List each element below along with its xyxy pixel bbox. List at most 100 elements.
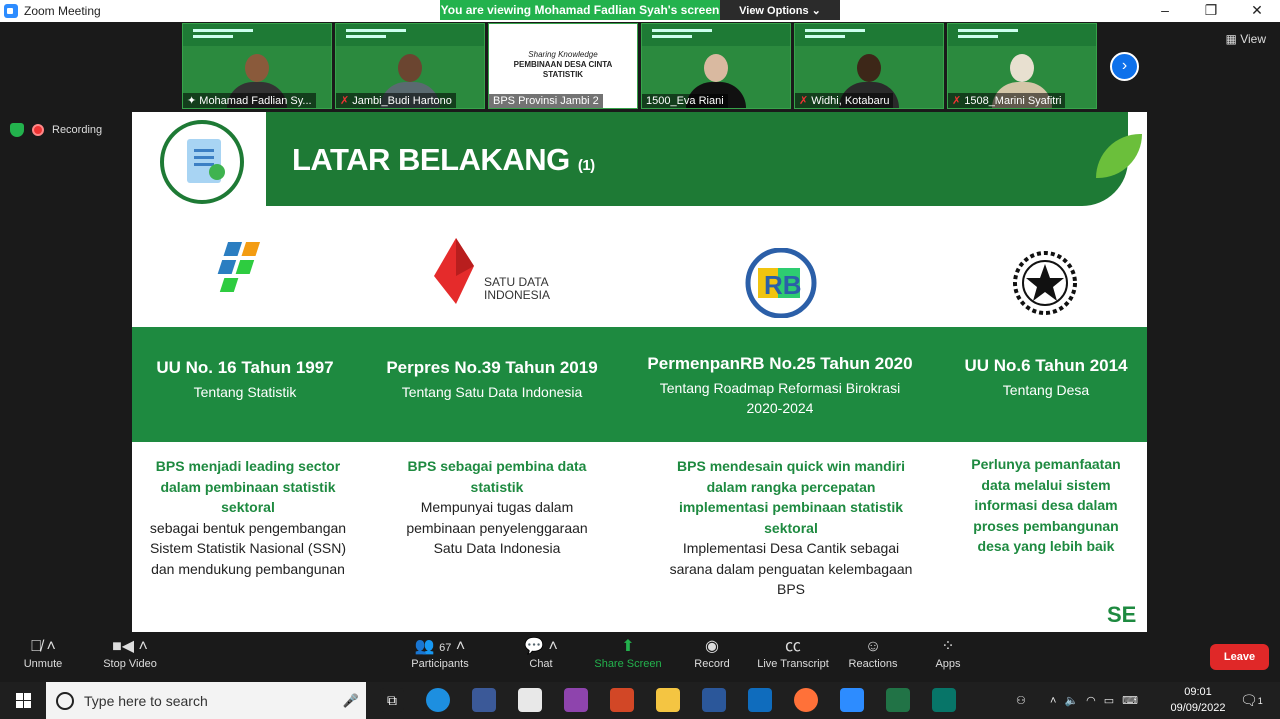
- law-subtitle: Tentang Satu Data Indonesia: [401, 384, 583, 400]
- muted-mic-icon: 🎙̸ ˄: [30, 638, 56, 655]
- zoom-taskbar-icon[interactable]: [840, 688, 864, 712]
- law-column: UU No.6 Tahun 2014 Tentang Desa: [948, 356, 1144, 400]
- participant-tile[interactable]: ✗ Widhi, Kotabaru: [794, 23, 944, 109]
- start-button[interactable]: [0, 682, 46, 719]
- participant-tile[interactable]: ✗ Jambi_Budi Hartono: [335, 23, 485, 109]
- chat-button[interactable]: 💬 ˄ Chat: [522, 636, 560, 670]
- reactions-button[interactable]: ☺ Reactions: [846, 636, 900, 670]
- taskbar-search[interactable]: Type here to search 🎤: [46, 682, 366, 719]
- share-screen-button[interactable]: ⬆ Share Screen: [592, 636, 664, 670]
- document-check-icon: [160, 120, 244, 204]
- view-button[interactable]: ▦ View: [1226, 32, 1266, 46]
- wifi-icon[interactable]: ◠: [1086, 694, 1096, 707]
- participant-tile[interactable]: Sharing Knowledge PEMBINAAN DESA CINTA S…: [488, 23, 638, 109]
- security-shield-icon[interactable]: [10, 123, 24, 137]
- slide-title: LATAR BELAKANG (1): [292, 142, 595, 177]
- battery-icon[interactable]: ▭: [1104, 694, 1114, 707]
- microphone-icon[interactable]: 🎤: [336, 693, 366, 709]
- powerpoint-icon[interactable]: [610, 688, 634, 712]
- participants-icon: 👥 67 ˄: [414, 638, 466, 655]
- file-explorer-icon[interactable]: [656, 688, 680, 712]
- viewing-banner: You are viewing Mohamad Fadlian Syah's s…: [440, 0, 840, 20]
- smiley-add-icon: ☺: [864, 638, 882, 655]
- description-highlight: BPS sebagai pembina data statistik: [407, 458, 587, 495]
- keyboard-icon[interactable]: ⌨: [1122, 694, 1138, 707]
- law-subtitle: Tentang Roadmap Reformasi Birokrasi 2020…: [659, 380, 901, 416]
- law-subtitle: Tentang Desa: [1002, 382, 1090, 398]
- unmute-label: Unmute: [23, 658, 63, 670]
- live-transcript-label: Live Transcript: [757, 658, 829, 670]
- law-title: UU No.6 Tahun 2014: [964, 356, 1128, 375]
- record-button[interactable]: ◉ Record: [690, 636, 734, 670]
- stop-video-label: Stop Video: [103, 658, 157, 670]
- column-description: BPS mendesain quick win mandiri dalam ra…: [666, 456, 916, 600]
- stop-video-button[interactable]: ■◀ ˄ Stop Video: [96, 636, 164, 670]
- window-controls: – ❐ ✕: [1142, 0, 1280, 22]
- people-icon[interactable]: ⚇: [1016, 682, 1026, 719]
- maximize-button[interactable]: ❐: [1188, 0, 1234, 22]
- virtual-background: [336, 24, 484, 46]
- view-options-button[interactable]: View Options ⌄: [720, 0, 840, 20]
- winrar-icon[interactable]: [564, 688, 588, 712]
- minimize-button[interactable]: –: [1142, 0, 1188, 22]
- garuda-emblem-logo: [1012, 250, 1078, 321]
- muted-mic-icon: ✗: [799, 95, 809, 107]
- description-highlight: BPS menjadi leading sector dalam pembina…: [155, 458, 341, 515]
- bps-logo: [208, 236, 288, 305]
- participant-tile[interactable]: ✦ Mohamad Fadlian Sy...: [182, 23, 332, 109]
- edge-icon[interactable]: [426, 688, 450, 712]
- word-icon[interactable]: [702, 688, 726, 712]
- chat-label: Chat: [529, 658, 553, 670]
- slide-corner-mark: SE: [1107, 602, 1137, 627]
- participant-name: BPS Provinsi Jambi 2: [489, 94, 603, 108]
- law-column: UU No. 16 Tahun 1997 Tentang Statistik: [132, 358, 358, 402]
- virtual-background: [642, 24, 790, 46]
- participant-tile[interactable]: 1500_Eva Riani: [641, 23, 791, 109]
- reformasi-birokrasi-logo: RB: [744, 247, 818, 323]
- view-button-label: View: [1240, 32, 1266, 46]
- notification-icon[interactable]: 🗨 1: [1240, 682, 1263, 719]
- rb-text: RB: [764, 270, 802, 300]
- chat-bubble-icon: 💬 ˄: [524, 638, 558, 655]
- shared-screen: LATAR BELAKANG (1) SATU DATA INDONESIA R…: [132, 112, 1147, 632]
- chevron-right-icon: ›: [1121, 57, 1128, 74]
- windows-logo-icon: [16, 693, 23, 700]
- participants-button[interactable]: 👥 67 ˄ Participants: [404, 636, 476, 670]
- pin-icon: ✦: [187, 95, 200, 107]
- excel-icon[interactable]: [886, 688, 910, 712]
- record-label: Record: [694, 658, 730, 670]
- law-column: Perpres No.39 Tahun 2019 Tentang Satu Da…: [372, 358, 612, 402]
- taskbar-clock[interactable]: 09:01 09/09/2022: [1166, 684, 1230, 716]
- recording-indicator: Recording: [10, 123, 102, 137]
- system-tray[interactable]: ˄ 🔈 ◠ ▭ ⌨: [1050, 682, 1138, 719]
- close-window-button[interactable]: ✕: [1234, 0, 1280, 22]
- store-icon[interactable]: [518, 688, 542, 712]
- apps-button[interactable]: ⁘ Apps: [930, 636, 966, 670]
- chevron-up-icon[interactable]: ˄: [1050, 695, 1056, 707]
- firefox-icon[interactable]: [794, 688, 818, 712]
- window-title: Zoom Meeting: [24, 4, 101, 18]
- viewing-message: You are viewing Mohamad Fadlian Syah's s…: [440, 0, 720, 20]
- participant-tile[interactable]: ✗ 1508_Marini Syafitri: [947, 23, 1097, 109]
- law-column: PermenpanRB No.25 Tahun 2020 Tentang Roa…: [630, 354, 930, 418]
- publisher-icon[interactable]: [932, 688, 956, 712]
- next-page-button[interactable]: ›: [1110, 52, 1139, 81]
- clock-time: 09:01: [1184, 686, 1212, 698]
- unmute-button[interactable]: 🎙̸ ˄ Unmute: [18, 636, 68, 670]
- participant-name: ✦ Mohamad Fadlian Sy...: [183, 93, 316, 108]
- participant-name: ✗ 1508_Marini Syafitri: [948, 93, 1066, 108]
- live-transcript-button[interactable]: ㏄ Live Transcript: [754, 636, 832, 670]
- task-view-icon[interactable]: ⧉: [380, 688, 404, 712]
- muted-mic-icon: ✗: [952, 95, 962, 107]
- description-text: Mempunyai tugas dalam pembinaan penyelen…: [406, 499, 588, 556]
- sdi-text-line2: INDONESIA: [484, 288, 551, 302]
- volume-icon[interactable]: 🔈: [1064, 694, 1078, 707]
- description-highlight: Perlunya pemanfaatan data melalui sistem…: [971, 456, 1121, 554]
- facebook-icon[interactable]: [472, 688, 496, 712]
- reactions-label: Reactions: [848, 658, 898, 670]
- column-description: BPS menjadi leading sector dalam pembina…: [148, 456, 348, 579]
- leave-button[interactable]: Leave: [1210, 644, 1269, 670]
- meeting-toolbar: 🎙̸ ˄ Unmute ■◀ ˄ Stop Video 👥 67 ˄ Parti…: [0, 632, 1280, 682]
- law-title: PermenpanRB No.25 Tahun 2020: [647, 354, 913, 373]
- mail-icon[interactable]: [748, 688, 772, 712]
